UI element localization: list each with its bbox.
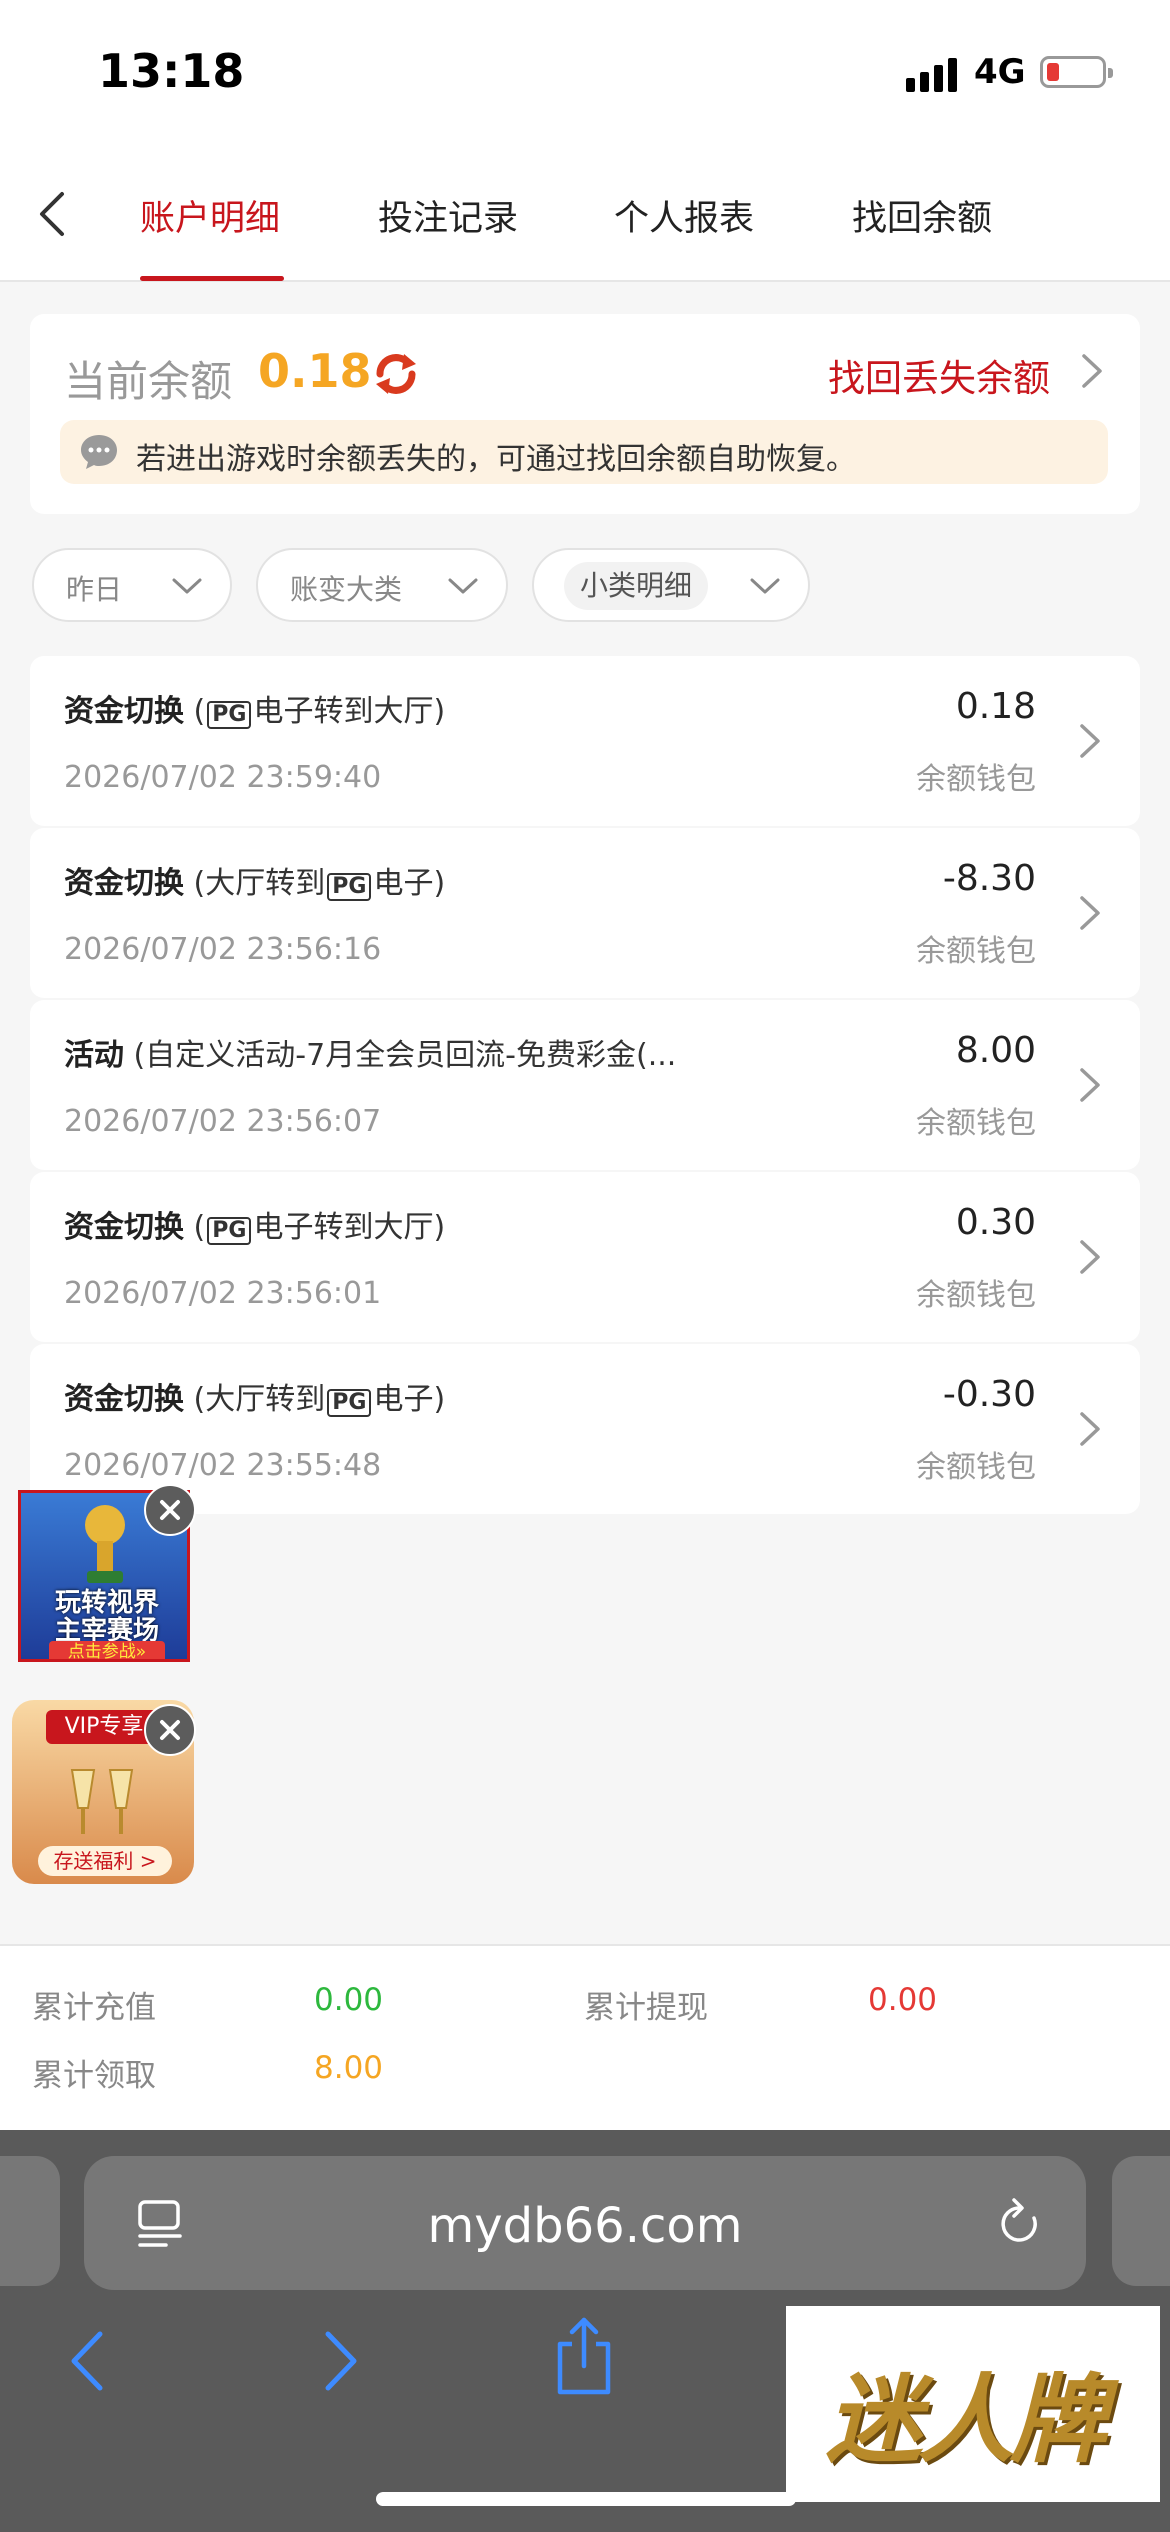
pg-logo-icon: PG bbox=[207, 1217, 252, 1245]
chat-bubble-icon bbox=[78, 432, 120, 472]
trophy-icon bbox=[85, 1505, 125, 1583]
chevron-down-icon bbox=[448, 578, 478, 594]
record-amount: 0.30 bbox=[955, 1202, 1036, 1243]
chevron-right-icon bbox=[1080, 1412, 1100, 1446]
filter-subcategory-pill: 小类明细 bbox=[564, 562, 709, 610]
status-time: 13:18 bbox=[98, 44, 245, 98]
chevron-left-icon bbox=[40, 192, 64, 236]
status-bar: 13:18 4G bbox=[0, 0, 1170, 140]
record-title: 资金切换 (PG 电子转到大厅) bbox=[64, 1210, 446, 1245]
chevron-right-icon bbox=[1080, 1068, 1100, 1102]
pg-logo-icon: PG bbox=[327, 873, 372, 901]
total-recharge-label: 累计充值 bbox=[32, 1990, 156, 2026]
filter-subcategory-label: 小类明细 bbox=[580, 569, 693, 602]
chevron-right-icon bbox=[1080, 724, 1100, 758]
summary-panel: 累计充值 0.00 累计提现 0.00 累计领取 8.00 bbox=[0, 1944, 1170, 2130]
url-text: mydb66.com bbox=[427, 2198, 743, 2254]
total-withdraw-value: 0.00 bbox=[868, 1982, 938, 2018]
record-title: 资金切换 (PG 电子转到大厅) bbox=[64, 694, 446, 729]
browser-forward-icon[interactable] bbox=[314, 2326, 366, 2396]
close-ad-button[interactable] bbox=[144, 1704, 196, 1756]
record-row[interactable]: 资金切换 (大厅转到 PG 电子) 2026/07/02 23:55:48 -0.3… bbox=[30, 1344, 1140, 1514]
chevron-down-icon bbox=[172, 578, 202, 594]
refresh-icon[interactable] bbox=[370, 348, 422, 400]
record-wallet: 余额钱包 bbox=[916, 934, 1036, 969]
champagne-glasses-icon bbox=[70, 1769, 134, 1834]
share-icon[interactable] bbox=[550, 2314, 618, 2398]
tab-recover-balance[interactable]: 找回余额 bbox=[852, 190, 992, 241]
filter-category-label: 账变大类 bbox=[290, 573, 403, 606]
browser-back-icon[interactable] bbox=[62, 2326, 114, 2396]
signal-icon bbox=[906, 56, 958, 92]
active-tab-indicator bbox=[140, 276, 284, 281]
chevron-right-icon[interactable] bbox=[1076, 350, 1106, 392]
back-button[interactable] bbox=[30, 184, 74, 244]
record-amount: 0.18 bbox=[955, 686, 1036, 727]
tab-account-detail[interactable]: 账户明细 bbox=[140, 190, 280, 241]
total-received-label: 累计领取 bbox=[32, 2058, 156, 2094]
filter-category[interactable]: 账变大类 bbox=[256, 548, 508, 622]
tab-bar: 账户明细 投注记录 个人报表 找回余额 bbox=[0, 140, 1170, 282]
address-bar[interactable]: mydb66.com bbox=[84, 2156, 1086, 2290]
close-icon bbox=[160, 1720, 180, 1740]
record-row[interactable]: 资金切换 (大厅转到 PG 电子) 2026/07/02 23:56:16 -8.3… bbox=[30, 828, 1140, 998]
balance-label: 当前余额 bbox=[64, 357, 233, 406]
record-row[interactable]: 活动 (自定义活动-7月全会员回流-免费彩金(... 2026/07/02 23… bbox=[30, 1000, 1140, 1170]
watermark-text: 迷人牌 bbox=[826, 2363, 1106, 2476]
record-time: 2026/07/02 23:59:40 bbox=[64, 760, 382, 795]
network-type: 4G bbox=[974, 52, 1026, 92]
record-wallet: 余额钱包 bbox=[916, 1450, 1036, 1485]
total-received-value: 8.00 bbox=[314, 2050, 384, 2086]
record-row[interactable]: 资金切换 (PG 电子转到大厅) 2026/07/02 23:56:01 0.30… bbox=[30, 1172, 1140, 1342]
record-amount: -0.30 bbox=[942, 1374, 1036, 1415]
record-amount: -8.30 bbox=[942, 858, 1036, 899]
close-icon bbox=[160, 1500, 180, 1520]
worldcup-promo-button[interactable]: 点击参战» bbox=[49, 1641, 165, 1659]
battery-icon bbox=[1040, 56, 1113, 88]
pg-logo-icon: PG bbox=[327, 1389, 372, 1417]
watermark-logo: 迷人牌 bbox=[786, 2306, 1160, 2502]
record-amount: 8.00 bbox=[955, 1030, 1036, 1071]
vip-promo-button[interactable]: 存送福利 > bbox=[38, 1846, 172, 1876]
next-tab-preview[interactable] bbox=[1112, 2156, 1170, 2286]
record-wallet: 余额钱包 bbox=[916, 762, 1036, 797]
filter-date[interactable]: 昨日 bbox=[32, 548, 232, 622]
previous-tab-preview[interactable] bbox=[0, 2156, 60, 2286]
notice-banner: 若进出游戏时余额丢失的，可通过找回余额自助恢复。 bbox=[60, 420, 1108, 484]
record-title: 资金切换 (大厅转到 PG 电子) bbox=[64, 1382, 446, 1417]
record-time: 2026/07/02 23:56:07 bbox=[64, 1104, 382, 1139]
chevron-right-icon bbox=[1080, 896, 1100, 930]
balance-card: 当前余额 0.18 找回丢失余额 若进出游戏时余额丢失的，可通过找回余额自助恢复… bbox=[30, 314, 1140, 514]
tab-personal-report[interactable]: 个人报表 bbox=[614, 190, 754, 241]
chevron-right-icon bbox=[1080, 1240, 1100, 1274]
balance-value: 0.18 bbox=[258, 344, 372, 398]
record-time: 2026/07/02 23:55:48 bbox=[64, 1448, 382, 1483]
record-title: 活动 (自定义活动-7月全会员回流-免费彩金(... bbox=[64, 1038, 677, 1073]
recover-lost-balance-link[interactable]: 找回丢失余额 bbox=[828, 348, 1050, 402]
filter-date-label: 昨日 bbox=[66, 573, 123, 606]
filter-subcategory[interactable]: 小类明细 bbox=[532, 548, 810, 622]
home-indicator bbox=[376, 2492, 796, 2506]
worldcup-promo-text: 玩转视界 主宰赛场 bbox=[54, 1588, 159, 1646]
pg-logo-icon: PG bbox=[207, 701, 252, 729]
tab-bet-records[interactable]: 投注记录 bbox=[378, 190, 518, 241]
notice-text: 若进出游戏时余额丢失的，可通过找回余额自助恢复。 bbox=[136, 442, 856, 477]
record-wallet: 余额钱包 bbox=[916, 1278, 1036, 1313]
chevron-down-icon bbox=[750, 578, 780, 594]
close-ad-button[interactable] bbox=[144, 1484, 196, 1536]
record-row[interactable]: 资金切换 (PG 电子转到大厅) 2026/07/02 23:59:40 0.18… bbox=[30, 656, 1140, 826]
total-recharge-value: 0.00 bbox=[314, 1982, 384, 2018]
total-withdraw-label: 累计提现 bbox=[584, 1990, 708, 2026]
record-title: 资金切换 (大厅转到 PG 电子) bbox=[64, 866, 446, 901]
record-wallet: 余额钱包 bbox=[916, 1106, 1036, 1141]
record-time: 2026/07/02 23:56:16 bbox=[64, 932, 382, 967]
reload-icon[interactable] bbox=[994, 2196, 1046, 2252]
record-time: 2026/07/02 23:56:01 bbox=[64, 1276, 382, 1311]
